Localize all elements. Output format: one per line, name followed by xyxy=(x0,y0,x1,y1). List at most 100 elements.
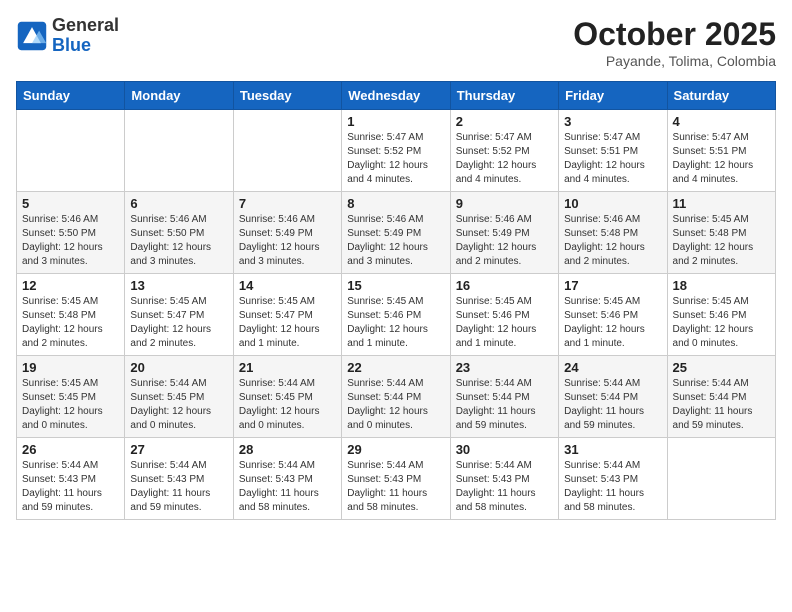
day-number: 18 xyxy=(673,278,770,293)
day-info: Sunrise: 5:44 AM Sunset: 5:44 PM Dayligh… xyxy=(456,377,553,433)
day-number: 6 xyxy=(130,196,227,211)
day-info: Sunrise: 5:44 AM Sunset: 5:43 PM Dayligh… xyxy=(347,459,444,515)
calendar-cell: 2 Sunrise: 5:47 AM Sunset: 5:52 PM Daylig… xyxy=(450,110,558,192)
day-info: Sunrise: 5:44 AM Sunset: 5:43 PM Dayligh… xyxy=(239,459,336,515)
day-info: Sunrise: 5:47 AM Sunset: 5:52 PM Dayligh… xyxy=(347,131,444,187)
day-info: Sunrise: 5:44 AM Sunset: 5:43 PM Dayligh… xyxy=(22,459,119,515)
day-number: 21 xyxy=(239,360,336,375)
calendar-cell: 3Sunrise: 5:47 AM Sunset: 5:51 PM Daylig… xyxy=(559,110,667,192)
day-info: Sunrise: 5:45 AM Sunset: 5:46 PM Dayligh… xyxy=(456,295,553,351)
day-of-week-header: Sunday xyxy=(17,82,125,110)
day-number: 28 xyxy=(239,442,336,457)
logo-text: General Blue xyxy=(52,16,119,56)
day-number: 25 xyxy=(673,360,770,375)
day-info: Sunrise: 5:44 AM Sunset: 5:43 PM Dayligh… xyxy=(564,459,661,515)
day-number: 7 xyxy=(239,196,336,211)
calendar-week-row: 19Sunrise: 5:45 AM Sunset: 5:45 PM Dayli… xyxy=(17,356,776,438)
calendar-cell: 16 Sunrise: 5:45 AM Sunset: 5:46 PM Dayli… xyxy=(450,274,558,356)
calendar-cell: 13 Sunrise: 5:45 AM Sunset: 5:47 PM Dayli… xyxy=(125,274,233,356)
day-number: 27 xyxy=(130,442,227,457)
day-info: Sunrise: 5:44 AM Sunset: 5:43 PM Dayligh… xyxy=(456,459,553,515)
location: Payande, Tolima, Colombia xyxy=(573,53,776,69)
calendar-cell xyxy=(667,438,775,520)
calendar-cell: 18 Sunrise: 5:45 AM Sunset: 5:46 PM Dayli… xyxy=(667,274,775,356)
calendar-cell: 31Sunrise: 5:44 AM Sunset: 5:43 PM Dayli… xyxy=(559,438,667,520)
page-header: General Blue October 2025 Payande, Tolim… xyxy=(16,16,776,69)
calendar-cell: 27 Sunrise: 5:44 AM Sunset: 5:43 PM Dayli… xyxy=(125,438,233,520)
calendar-cell: 6 Sunrise: 5:46 AM Sunset: 5:50 PM Daylig… xyxy=(125,192,233,274)
day-info: Sunrise: 5:44 AM Sunset: 5:43 PM Dayligh… xyxy=(130,459,227,515)
day-number: 22 xyxy=(347,360,444,375)
day-number: 13 xyxy=(130,278,227,293)
day-number: 30 xyxy=(456,442,553,457)
day-info: Sunrise: 5:45 AM Sunset: 5:46 PM Dayligh… xyxy=(673,295,770,351)
calendar-table: SundayMondayTuesdayWednesdayThursdayFrid… xyxy=(16,81,776,520)
calendar-cell: 26 Sunrise: 5:44 AM Sunset: 5:43 PM Dayli… xyxy=(17,438,125,520)
day-of-week-header: Tuesday xyxy=(233,82,341,110)
day-info: Sunrise: 5:44 AM Sunset: 5:44 PM Dayligh… xyxy=(564,377,661,433)
day-of-week-header: Wednesday xyxy=(342,82,450,110)
day-info: Sunrise: 5:46 AM Sunset: 5:49 PM Dayligh… xyxy=(239,213,336,269)
day-info: Sunrise: 5:47 AM Sunset: 5:51 PM Dayligh… xyxy=(564,131,661,187)
day-info: Sunrise: 5:46 AM Sunset: 5:48 PM Dayligh… xyxy=(564,213,661,269)
day-info: Sunrise: 5:46 AM Sunset: 5:50 PM Dayligh… xyxy=(130,213,227,269)
day-number: 11 xyxy=(673,196,770,211)
day-info: Sunrise: 5:45 AM Sunset: 5:48 PM Dayligh… xyxy=(22,295,119,351)
calendar-cell: 5 Sunrise: 5:46 AM Sunset: 5:50 PM Daylig… xyxy=(17,192,125,274)
calendar-cell: 8Sunrise: 5:46 AM Sunset: 5:49 PM Daylig… xyxy=(342,192,450,274)
calendar-cell: 4 Sunrise: 5:47 AM Sunset: 5:51 PM Daylig… xyxy=(667,110,775,192)
day-number: 4 xyxy=(673,114,770,129)
day-of-week-header: Thursday xyxy=(450,82,558,110)
calendar-cell: 12Sunrise: 5:45 AM Sunset: 5:48 PM Dayli… xyxy=(17,274,125,356)
day-info: Sunrise: 5:44 AM Sunset: 5:44 PM Dayligh… xyxy=(347,377,444,433)
calendar-week-row: 1 Sunrise: 5:47 AM Sunset: 5:52 PM Daylig… xyxy=(17,110,776,192)
calendar-cell: 11 Sunrise: 5:45 AM Sunset: 5:48 PM Dayli… xyxy=(667,192,775,274)
calendar-week-row: 26 Sunrise: 5:44 AM Sunset: 5:43 PM Dayli… xyxy=(17,438,776,520)
calendar-cell xyxy=(125,110,233,192)
calendar-week-row: 5 Sunrise: 5:46 AM Sunset: 5:50 PM Daylig… xyxy=(17,192,776,274)
day-info: Sunrise: 5:45 AM Sunset: 5:46 PM Dayligh… xyxy=(564,295,661,351)
day-number: 15 xyxy=(347,278,444,293)
day-number: 14 xyxy=(239,278,336,293)
calendar-cell xyxy=(17,110,125,192)
title-block: October 2025 Payande, Tolima, Colombia xyxy=(573,16,776,69)
day-number: 23 xyxy=(456,360,553,375)
day-info: Sunrise: 5:47 AM Sunset: 5:51 PM Dayligh… xyxy=(673,131,770,187)
day-number: 17 xyxy=(564,278,661,293)
day-info: Sunrise: 5:45 AM Sunset: 5:48 PM Dayligh… xyxy=(673,213,770,269)
calendar-cell: 28 Sunrise: 5:44 AM Sunset: 5:43 PM Dayli… xyxy=(233,438,341,520)
calendar-cell: 20 Sunrise: 5:44 AM Sunset: 5:45 PM Dayli… xyxy=(125,356,233,438)
day-number: 9 xyxy=(456,196,553,211)
calendar-cell xyxy=(233,110,341,192)
calendar-cell: 1 Sunrise: 5:47 AM Sunset: 5:52 PM Daylig… xyxy=(342,110,450,192)
calendar-cell: 23 Sunrise: 5:44 AM Sunset: 5:44 PM Dayli… xyxy=(450,356,558,438)
calendar-cell: 19Sunrise: 5:45 AM Sunset: 5:45 PM Dayli… xyxy=(17,356,125,438)
day-info: Sunrise: 5:44 AM Sunset: 5:45 PM Dayligh… xyxy=(239,377,336,433)
calendar-cell: 21 Sunrise: 5:44 AM Sunset: 5:45 PM Dayli… xyxy=(233,356,341,438)
day-info: Sunrise: 5:46 AM Sunset: 5:50 PM Dayligh… xyxy=(22,213,119,269)
calendar-cell: 30 Sunrise: 5:44 AM Sunset: 5:43 PM Dayli… xyxy=(450,438,558,520)
day-number: 20 xyxy=(130,360,227,375)
day-number: 26 xyxy=(22,442,119,457)
calendar-cell: 17 Sunrise: 5:45 AM Sunset: 5:46 PM Dayli… xyxy=(559,274,667,356)
day-info: Sunrise: 5:44 AM Sunset: 5:44 PM Dayligh… xyxy=(673,377,770,433)
day-number: 1 xyxy=(347,114,444,129)
day-number: 29 xyxy=(347,442,444,457)
calendar-cell: 29 Sunrise: 5:44 AM Sunset: 5:43 PM Dayli… xyxy=(342,438,450,520)
day-info: Sunrise: 5:45 AM Sunset: 5:47 PM Dayligh… xyxy=(130,295,227,351)
day-info: Sunrise: 5:45 AM Sunset: 5:46 PM Dayligh… xyxy=(347,295,444,351)
day-number: 2 xyxy=(456,114,553,129)
day-number: 10 xyxy=(564,196,661,211)
day-info: Sunrise: 5:47 AM Sunset: 5:52 PM Dayligh… xyxy=(456,131,553,187)
calendar-cell: 9 Sunrise: 5:46 AM Sunset: 5:49 PM Daylig… xyxy=(450,192,558,274)
calendar-cell: 10 Sunrise: 5:46 AM Sunset: 5:48 PM Dayli… xyxy=(559,192,667,274)
month-title: October 2025 xyxy=(573,16,776,53)
day-of-week-header: Saturday xyxy=(667,82,775,110)
day-number: 16 xyxy=(456,278,553,293)
day-info: Sunrise: 5:46 AM Sunset: 5:49 PM Dayligh… xyxy=(456,213,553,269)
day-info: Sunrise: 5:45 AM Sunset: 5:47 PM Dayligh… xyxy=(239,295,336,351)
logo: General Blue xyxy=(16,16,119,56)
calendar-cell: 22 Sunrise: 5:44 AM Sunset: 5:44 PM Dayli… xyxy=(342,356,450,438)
day-info: Sunrise: 5:44 AM Sunset: 5:45 PM Dayligh… xyxy=(130,377,227,433)
day-number: 5 xyxy=(22,196,119,211)
